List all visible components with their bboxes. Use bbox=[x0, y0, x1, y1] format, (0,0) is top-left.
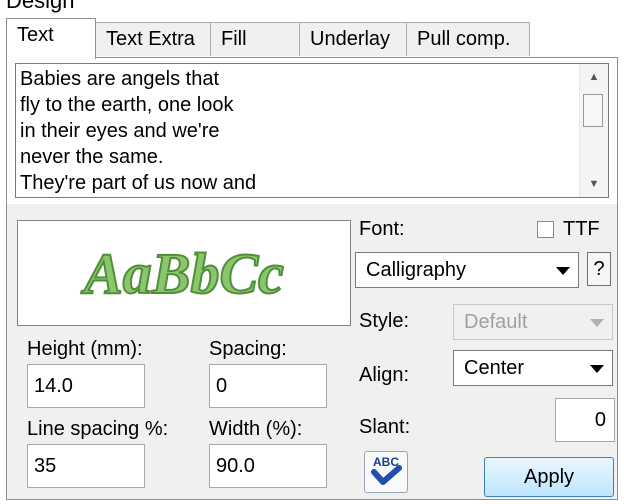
style-select: Default bbox=[453, 304, 613, 340]
chevron-down-icon bbox=[590, 365, 604, 373]
font-preview-sample: AaBbCc bbox=[80, 240, 285, 307]
font-label: Font: bbox=[359, 218, 405, 240]
style-select-value: Default bbox=[464, 311, 528, 333]
line-spacing-label: Line spacing %: bbox=[27, 418, 169, 440]
text-input-area[interactable]: Babies are angels that fly to the earth, … bbox=[15, 63, 609, 198]
svg-text:AaBbCc: AaBbCc bbox=[81, 241, 284, 306]
width-input[interactable]: 90.0 bbox=[209, 444, 327, 488]
top-cut-text: Design bbox=[6, 0, 75, 13]
tab-text[interactable]: Text bbox=[6, 18, 96, 59]
tab-text-extra[interactable]: Text Extra bbox=[95, 22, 211, 56]
font-help-button[interactable]: ? bbox=[587, 252, 611, 286]
line-spacing-input[interactable]: 35 bbox=[27, 444, 145, 488]
text-scrollbar[interactable]: ▲ ▼ bbox=[579, 64, 608, 197]
apply-button[interactable]: Apply bbox=[484, 457, 614, 497]
slant-input[interactable]: 0 bbox=[555, 398, 615, 442]
chevron-down-icon bbox=[556, 267, 570, 275]
height-label: Height (mm): bbox=[27, 338, 143, 360]
tab-pull-comp[interactable]: Pull comp. bbox=[406, 22, 530, 56]
font-select[interactable]: Calligraphy bbox=[355, 252, 579, 288]
font-select-value: Calligraphy bbox=[366, 259, 467, 281]
width-label: Width (%): bbox=[209, 418, 303, 440]
ttf-label: TTF bbox=[563, 218, 600, 240]
text-line: never the same. bbox=[20, 146, 164, 168]
scroll-down-icon[interactable]: ▼ bbox=[580, 171, 608, 197]
svg-text:ABC: ABC bbox=[373, 455, 399, 469]
align-select[interactable]: Center bbox=[453, 350, 613, 386]
spacing-input[interactable]: 0 bbox=[209, 364, 327, 408]
scroll-thumb[interactable] bbox=[583, 94, 603, 127]
tab-strip: Text Text Extra Fill Underlay Pull comp. bbox=[6, 18, 530, 59]
text-line: in their eyes and we're bbox=[20, 120, 220, 142]
tab-panel: Babies are angels that fly to the earth, … bbox=[6, 57, 618, 500]
text-line: They're part of us now and bbox=[20, 172, 257, 194]
align-select-value: Center bbox=[464, 357, 525, 379]
font-preview: AaBbCc bbox=[17, 220, 351, 326]
text-lines: Babies are angels that fly to the earth, … bbox=[20, 66, 578, 196]
ttf-checkbox[interactable] bbox=[537, 221, 554, 238]
spell-check-button[interactable]: ABC bbox=[364, 451, 408, 493]
style-label: Style: bbox=[359, 310, 410, 332]
chevron-down-icon bbox=[590, 319, 604, 327]
spell-check-icon: ABC bbox=[371, 455, 402, 485]
slant-label: Slant: bbox=[359, 416, 411, 438]
scroll-up-icon[interactable]: ▲ bbox=[580, 64, 608, 90]
tab-fill[interactable]: Fill bbox=[210, 22, 300, 56]
spacing-label: Spacing: bbox=[209, 338, 287, 360]
text-line: fly to the earth, one look bbox=[20, 94, 234, 116]
tab-underlay[interactable]: Underlay bbox=[299, 22, 407, 56]
text-line: Babies are angels that bbox=[20, 68, 220, 90]
align-label: Align: bbox=[359, 364, 410, 386]
height-input[interactable]: 14.0 bbox=[27, 364, 145, 408]
